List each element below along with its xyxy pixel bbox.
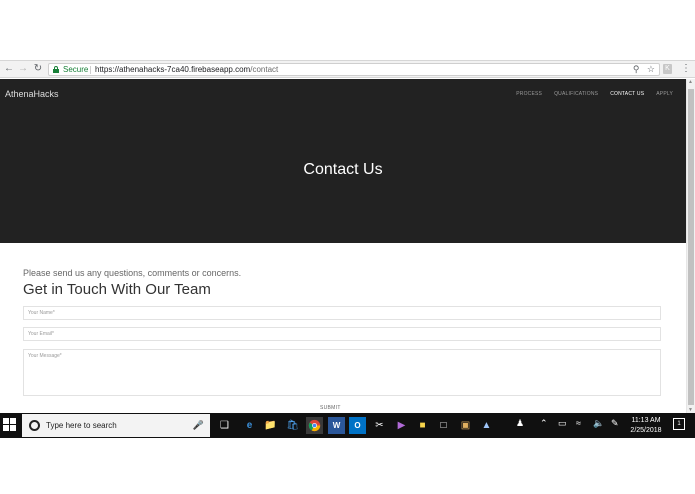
bookmark-star-icon[interactable]: ☆ [647, 64, 655, 74]
browser-toolbar: ← → ↻ Secure https://athenahacks-7ca40.f… [0, 60, 695, 78]
name-field[interactable]: Your Name* [23, 306, 661, 320]
task-view-icon[interactable]: ❑ [216, 417, 233, 434]
nav-apply[interactable]: APPLY [656, 91, 673, 97]
taskbar-clock[interactable]: 11:13 AM 2/25/2018 [623, 416, 669, 436]
store-icon[interactable]: 🛍 [284, 417, 301, 434]
chrome-icon[interactable] [306, 417, 323, 434]
email-field[interactable]: Your Email* [23, 327, 661, 341]
taskbar-search[interactable]: Type here to search 🎤 [22, 414, 210, 437]
site-brand[interactable]: AthenaHacks [5, 89, 59, 99]
edge-icon[interactable]: e [241, 417, 258, 434]
forward-icon[interactable]: → [17, 63, 29, 75]
file-explorer-icon[interactable]: 📁 [262, 417, 279, 434]
page-viewport: AthenaHacks PROCESS QUALIFICATIONS CONTA… [0, 79, 695, 413]
nav-contact-us[interactable]: CONTACT US [610, 91, 644, 97]
message-field[interactable]: Your Message* [23, 349, 661, 396]
pen-icon[interactable]: ✎ [611, 418, 619, 429]
nav-process[interactable]: PROCESS [516, 91, 542, 97]
people-icon[interactable]: ♟ [516, 418, 524, 429]
divider [90, 66, 91, 74]
wifi-icon[interactable]: ≈ [576, 418, 581, 428]
windows-taskbar: Type here to search 🎤 ❑ e 📁 🛍 W O ✂ ▶ ■ … [0, 413, 695, 438]
nav-qualifications[interactable]: QUALIFICATIONS [554, 91, 598, 97]
word-icon[interactable]: W [328, 417, 345, 434]
address-bar[interactable]: Secure https://athenahacks-7ca40.firebas… [48, 63, 660, 76]
url-path: /contact [250, 65, 279, 74]
window-app-icon[interactable]: □ [435, 417, 452, 434]
url-text[interactable]: https://athenahacks-7ca40.firebaseapp.co… [95, 65, 278, 74]
submit-button[interactable]: SUBMIT [320, 405, 341, 411]
scrollbar-thumb[interactable] [688, 89, 694, 405]
microphone-icon[interactable]: 🎤 [193, 420, 204, 431]
photos-app-icon[interactable]: ▣ [457, 417, 474, 434]
sticky-notes-icon[interactable]: ■ [414, 417, 431, 434]
virtualbox-icon[interactable]: ▲ [478, 417, 495, 434]
page-scrollbar[interactable]: ▲ ▼ [686, 79, 695, 413]
contact-heading: Get in Touch With Our Team [23, 281, 211, 298]
email-placeholder: Your Email* [28, 331, 54, 337]
omnibox-icons: ⚲ ☆ [633, 64, 655, 75]
clock-time: 11:13 AM [631, 417, 661, 424]
url-host: https://athenahacks-7ca40.firebaseapp.co… [95, 65, 251, 74]
message-placeholder: Your Message* [28, 353, 62, 359]
reload-icon[interactable]: ↻ [32, 63, 44, 75]
snipping-tool-icon[interactable]: ✂ [371, 417, 388, 434]
browser-menu-icon[interactable]: ⋮ [681, 63, 691, 74]
zoom-search-icon[interactable]: ⚲ [633, 64, 640, 74]
hero-section: AthenaHacks PROCESS QUALIFICATIONS CONTA… [0, 79, 686, 243]
tray-chevron-icon[interactable]: ⌃ [540, 418, 548, 429]
contact-intro: Please send us any questions, comments o… [23, 268, 242, 278]
media-player-icon[interactable]: ▶ [393, 417, 410, 434]
site-nav: PROCESS QUALIFICATIONS CONTACT US APPLY [516, 91, 673, 97]
scroll-up-icon[interactable]: ▲ [688, 79, 693, 85]
taskbar-search-placeholder: Type here to search [46, 421, 117, 430]
extension-icon[interactable]: K [663, 64, 672, 74]
action-center-icon[interactable]: 1 [673, 418, 685, 430]
back-icon[interactable]: ← [3, 63, 15, 75]
screen: ← → ↻ Secure https://athenahacks-7ca40.f… [0, 0, 695, 494]
windows-start-icon[interactable] [3, 418, 17, 432]
lock-icon [53, 66, 59, 73]
volume-icon[interactable]: 🔈 [593, 418, 604, 429]
name-placeholder: Your Name* [28, 310, 55, 316]
cortana-icon[interactable] [29, 420, 40, 431]
outlook-icon[interactable]: O [349, 417, 366, 434]
battery-icon[interactable]: ▭ [558, 418, 567, 429]
hero-title: Contact Us [303, 161, 383, 178]
clock-date: 2/25/2018 [630, 427, 662, 434]
secure-label: Secure [63, 65, 89, 74]
